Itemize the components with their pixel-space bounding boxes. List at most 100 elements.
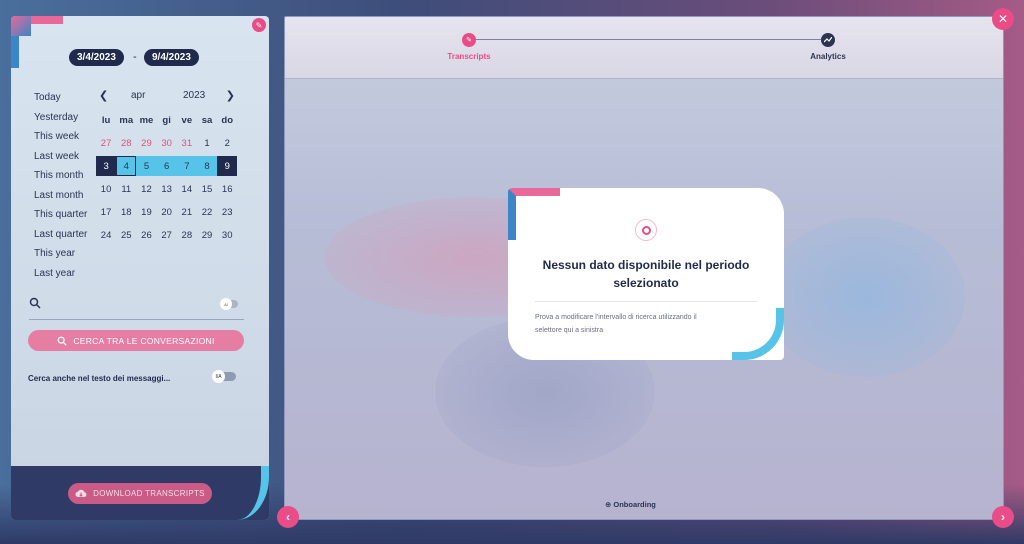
calendar-day[interactable]: 29 bbox=[136, 133, 156, 153]
search-conversations-button[interactable]: CERCA TRA LE CONVERSAZIONI bbox=[28, 330, 244, 351]
preset-last-week[interactable]: Last week bbox=[34, 147, 87, 167]
calendar-week-selected: 3 4 5 6 7 8 9 bbox=[96, 156, 238, 179]
calendar-day[interactable]: 25 bbox=[116, 226, 136, 246]
start-date-pill[interactable]: 3/4/2023 bbox=[69, 49, 124, 66]
calendar-day-range-end[interactable]: 9 bbox=[217, 156, 238, 177]
preset-this-quarter[interactable]: This quarter bbox=[34, 205, 87, 225]
preset-yesterday[interactable]: Yesterday bbox=[34, 108, 87, 128]
calendar-day-range-start[interactable]: 3 bbox=[96, 156, 117, 177]
globe-icon: ⊕ bbox=[605, 500, 612, 509]
calendar-day[interactable]: 31 bbox=[177, 133, 197, 153]
empty-state-title-line: Nessun dato disponibile nel periodo bbox=[542, 258, 750, 272]
search-icon bbox=[29, 297, 41, 312]
calendar-day[interactable]: 29 bbox=[197, 226, 217, 246]
calendar-week: 10 11 12 13 14 15 16 bbox=[96, 180, 237, 203]
calendar-day[interactable]: 12 bbox=[136, 180, 156, 200]
ai-search-toggle[interactable]: AI bbox=[220, 298, 238, 310]
main-panel: ✎ Transcripts Analytics Nessun dato disp… bbox=[284, 16, 1004, 520]
calendar-month[interactable]: apr bbox=[131, 90, 145, 101]
calendar-day-today[interactable]: 4 bbox=[116, 156, 137, 177]
preset-this-year[interactable]: This year bbox=[34, 244, 87, 264]
calendar-day[interactable]: 11 bbox=[116, 180, 136, 200]
empty-state-text: Prova a modificare l'intervallo di ricer… bbox=[535, 311, 744, 337]
step-transcripts[interactable]: ✎ Transcripts bbox=[435, 33, 503, 61]
calendar-day[interactable]: 13 bbox=[157, 180, 177, 200]
calendar-day[interactable]: 14 bbox=[177, 180, 197, 200]
calendar-day[interactable]: 28 bbox=[177, 226, 197, 246]
date-filter-panel: ✎ 3/4/2023 - 9/4/2023 Today Yesterday Th… bbox=[11, 16, 269, 520]
calendar-day[interactable]: 17 bbox=[96, 203, 116, 223]
empty-state-card: Nessun dato disponibile nel periodo sele… bbox=[508, 188, 784, 360]
calendar-day[interactable]: 26 bbox=[136, 226, 156, 246]
calendar-day[interactable]: 1 bbox=[197, 133, 217, 153]
calendar-day-in-range[interactable]: 5 bbox=[136, 156, 157, 177]
calendar-day[interactable]: 24 bbox=[96, 226, 116, 246]
message-search-toggle[interactable]: I/A bbox=[212, 370, 236, 383]
empty-state-title-line: selezionato bbox=[613, 276, 679, 290]
calendar-day[interactable]: 23 bbox=[217, 203, 237, 223]
download-button-label: DOWNLOAD TRANSCRIPTS bbox=[93, 489, 205, 498]
step-label: Analytics bbox=[810, 52, 846, 61]
preset-this-month[interactable]: This month bbox=[34, 166, 87, 186]
calendar-day[interactable]: 27 bbox=[157, 226, 177, 246]
calendar-day[interactable]: 22 bbox=[197, 203, 217, 223]
weekday-label: gi bbox=[162, 114, 171, 126]
weekday-row: lu ma me gi ve sa do bbox=[96, 110, 237, 133]
onboarding-label: Onboarding bbox=[613, 500, 656, 509]
calendar-day[interactable]: 30 bbox=[157, 133, 177, 153]
calendar-day[interactable]: 27 bbox=[96, 133, 116, 153]
calendar-day[interactable]: 16 bbox=[217, 180, 237, 200]
preset-list: Today Yesterday This week Last week This… bbox=[34, 88, 87, 283]
calendar-day[interactable]: 30 bbox=[217, 226, 237, 246]
card-corner-accent bbox=[508, 188, 560, 240]
end-date-pill[interactable]: 9/4/2023 bbox=[144, 49, 199, 66]
calendar-day[interactable]: 10 bbox=[96, 180, 116, 200]
calendar-day-in-range[interactable]: 8 bbox=[196, 156, 218, 177]
calendar-grid: lu ma me gi ve sa do 27 28 29 30 31 1 2 … bbox=[96, 110, 238, 249]
footer-accent-arc bbox=[237, 466, 269, 520]
preset-last-quarter[interactable]: Last quarter bbox=[34, 225, 87, 245]
weekday-label: do bbox=[221, 114, 234, 126]
background-blob bbox=[765, 217, 965, 377]
preset-this-week[interactable]: This week bbox=[34, 127, 87, 147]
calendar-day[interactable]: 2 bbox=[217, 133, 237, 153]
edit-panel-button[interactable]: ✎ bbox=[252, 18, 266, 32]
calendar-day[interactable]: 19 bbox=[136, 203, 156, 223]
pencil-icon: ✎ bbox=[462, 33, 476, 47]
weekday-label: ma bbox=[119, 114, 134, 126]
chevron-left-icon[interactable]: ‹ bbox=[277, 506, 299, 528]
preset-last-year[interactable]: Last year bbox=[34, 264, 87, 284]
calendar-year[interactable]: 2023 bbox=[183, 90, 205, 101]
date-separator: - bbox=[133, 51, 137, 63]
message-search-label: Cerca anche nel testo dei messaggi... bbox=[28, 374, 171, 383]
calendar-day[interactable]: 28 bbox=[116, 133, 136, 153]
weekday-label: sa bbox=[201, 114, 213, 126]
chevron-right-icon[interactable]: › bbox=[992, 506, 1014, 528]
step-analytics[interactable]: Analytics bbox=[793, 33, 863, 61]
calendar-week: 17 18 19 20 21 22 23 bbox=[96, 203, 237, 226]
preset-last-month[interactable]: Last month bbox=[34, 186, 87, 206]
corner-accent bbox=[11, 16, 63, 68]
target-icon bbox=[635, 219, 657, 241]
search-icon bbox=[57, 336, 67, 346]
calendar-day-in-range[interactable]: 6 bbox=[156, 156, 177, 177]
empty-state-title: Nessun dato disponibile nel periodo sele… bbox=[528, 256, 764, 292]
close-icon[interactable]: ✕ bbox=[992, 8, 1014, 30]
search-button-label: CERCA TRA LE CONVERSAZIONI bbox=[73, 335, 215, 346]
calendar-day[interactable]: 20 bbox=[157, 203, 177, 223]
chevron-left-icon[interactable]: ❮ bbox=[99, 89, 108, 102]
chart-icon bbox=[821, 33, 835, 47]
search-input[interactable]: AI bbox=[29, 294, 244, 320]
preset-today[interactable]: Today bbox=[34, 88, 87, 108]
download-transcripts-button[interactable]: DOWNLOAD TRANSCRIPTS bbox=[68, 483, 212, 504]
calendar-day[interactable]: 15 bbox=[197, 180, 217, 200]
divider bbox=[535, 301, 757, 302]
calendar-nav: ❮ apr 2023 ❯ bbox=[99, 89, 235, 105]
onboarding-link[interactable]: ⊕ Onboarding bbox=[605, 500, 656, 509]
calendar-day[interactable]: 18 bbox=[116, 203, 136, 223]
calendar-week: 27 28 29 30 31 1 2 bbox=[96, 133, 237, 156]
calendar-day[interactable]: 21 bbox=[177, 203, 197, 223]
weekday-label: ve bbox=[181, 114, 193, 126]
calendar-day-in-range[interactable]: 7 bbox=[176, 156, 197, 177]
chevron-right-icon[interactable]: ❯ bbox=[226, 89, 235, 102]
